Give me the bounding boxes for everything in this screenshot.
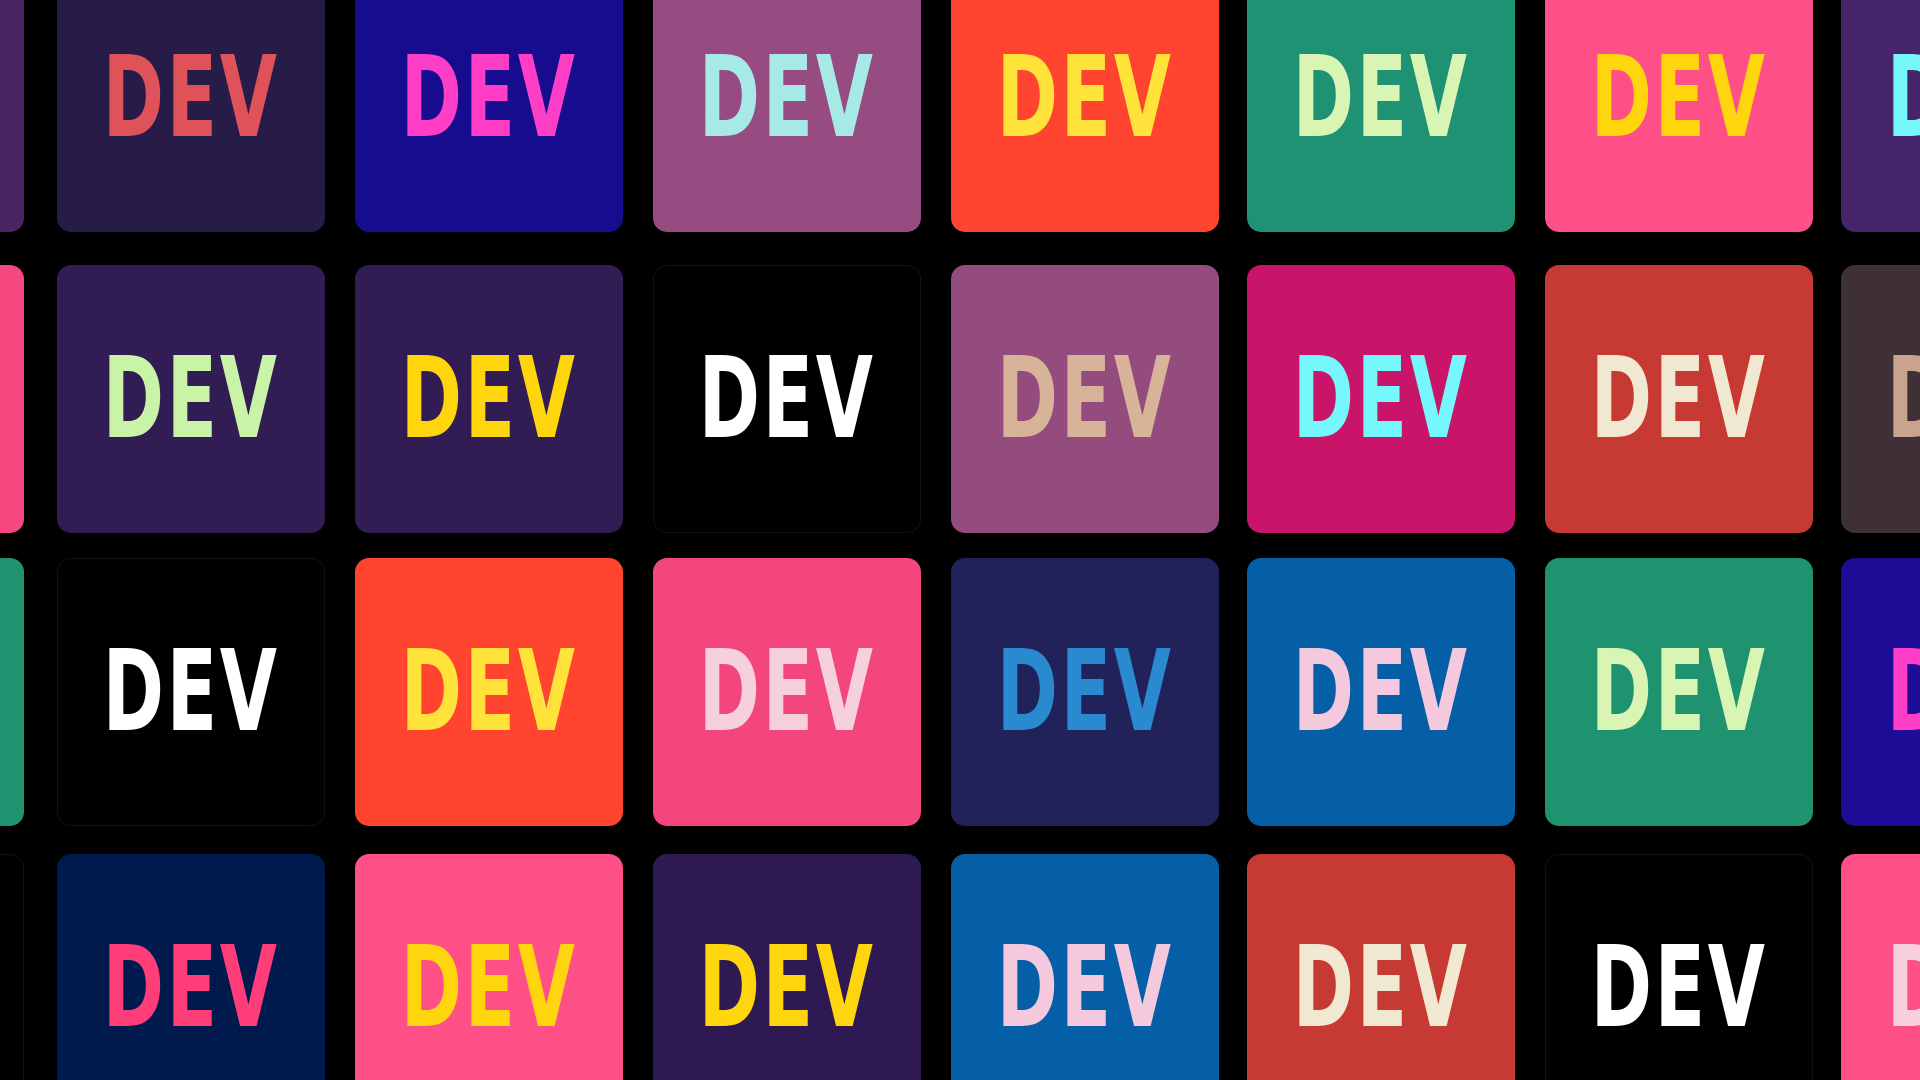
dev-logo-text: DEV — [1292, 627, 1470, 757]
dev-logo-tile: DEV — [1841, 0, 1920, 232]
dev-logo-tile: DEV — [1247, 0, 1515, 232]
dev-logo-text: DEV — [400, 923, 578, 1053]
dev-logo-tile: DEV — [1841, 558, 1920, 826]
dev-logo-tile: DEV — [57, 854, 325, 1080]
dev-logo-text: DEV — [1590, 334, 1768, 464]
dev-logo-text: DEV — [996, 923, 1174, 1053]
dev-logo-tile: DEV — [951, 0, 1219, 232]
dev-logo-tile: DEV — [653, 854, 921, 1080]
dev-logo-tile: DEV — [355, 0, 623, 232]
dev-logo-tile: DEV — [0, 854, 24, 1080]
dev-logo-text: DEV — [1887, 932, 1920, 1044]
dev-logo-tile: DEV — [1247, 265, 1515, 533]
dev-logo-tile: DEV — [355, 558, 623, 826]
dev-logo-tile: DEV — [951, 854, 1219, 1080]
dev-logo-text: DEV — [102, 33, 280, 163]
dev-logo-text: DEV — [996, 334, 1174, 464]
dev-logo-text: DEV — [1887, 636, 1920, 748]
dev-logo-tile: DEV — [0, 0, 24, 232]
dev-logo-tile: DEV — [57, 558, 325, 826]
dev-logo-text: DEV — [1292, 334, 1470, 464]
dev-logo-tile: DEV — [1841, 854, 1920, 1080]
dev-logo-text: DEV — [400, 334, 578, 464]
dev-logo-text: DEV — [698, 334, 876, 464]
dev-logo-tile: DEV — [1545, 854, 1813, 1080]
dev-logo-tile: DEV — [951, 265, 1219, 533]
dev-logo-tile-grid: DEV DEV DEV DEV DEV DEV DEV DEV DEV DEV DEV DEV DEV D… — [0, 0, 1920, 1080]
dev-logo-tile: DEV — [0, 558, 24, 826]
dev-logo-tile: DEV — [653, 265, 921, 533]
dev-logo-text: DEV — [400, 627, 578, 757]
dev-logo-text: DEV — [996, 627, 1174, 757]
dev-logo-tile: DEV — [1247, 854, 1515, 1080]
dev-logo-text: DEV — [1887, 42, 1920, 154]
dev-logo-tile: DEV — [355, 265, 623, 533]
dev-logo-text: DEV — [698, 627, 876, 757]
dev-logo-text: DEV — [1590, 33, 1768, 163]
dev-logo-text: DEV — [1590, 923, 1768, 1053]
dev-logo-tile: DEV — [0, 265, 24, 533]
dev-logo-text: DEV — [1292, 33, 1470, 163]
dev-logo-text: DEV — [400, 33, 578, 163]
dev-logo-text: DEV — [698, 923, 876, 1053]
dev-logo-tile: DEV — [1545, 558, 1813, 826]
dev-logo-text: DEV — [1292, 923, 1470, 1053]
dev-logo-tile: DEV — [951, 558, 1219, 826]
dev-logo-tile: DEV — [1545, 265, 1813, 533]
dev-logo-tile: DEV — [1545, 0, 1813, 232]
dev-logo-tile: DEV — [1841, 265, 1920, 533]
dev-logo-text: DEV — [102, 627, 280, 757]
dev-logo-tile: DEV — [1247, 558, 1515, 826]
dev-logo-tile: DEV — [653, 0, 921, 232]
dev-logo-text: DEV — [102, 923, 280, 1053]
dev-logo-text: DEV — [996, 33, 1174, 163]
dev-logo-text: DEV — [698, 33, 876, 163]
dev-logo-tile: DEV — [57, 0, 325, 232]
dev-logo-tile: DEV — [653, 558, 921, 826]
dev-logo-text: DEV — [1590, 627, 1768, 757]
dev-logo-tile: DEV — [355, 854, 623, 1080]
dev-logo-tile: DEV — [57, 265, 325, 533]
dev-logo-text: DEV — [102, 334, 280, 464]
dev-logo-text: DEV — [1887, 343, 1920, 455]
